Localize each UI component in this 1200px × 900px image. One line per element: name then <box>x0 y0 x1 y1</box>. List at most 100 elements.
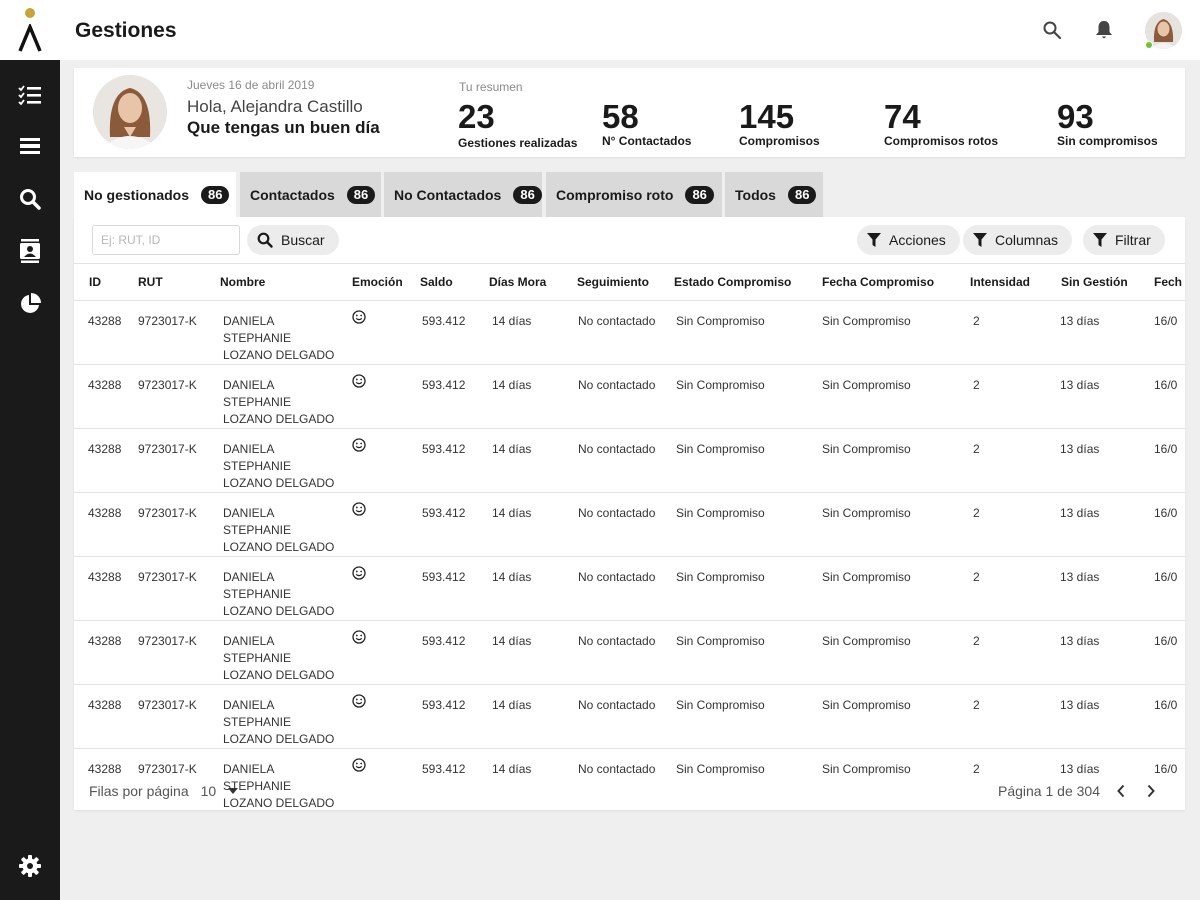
nav-settings[interactable] <box>15 851 45 881</box>
cell-sin-gestion: 13 días <box>1050 364 1143 429</box>
column-header[interactable]: ID <box>74 263 124 301</box>
nav-reports[interactable] <box>15 289 45 319</box>
stat-value: 23 <box>458 98 495 135</box>
cell-seguimiento: No contactado <box>564 556 670 621</box>
column-header[interactable]: Fech <box>1143 263 1185 301</box>
nav-checklist[interactable] <box>15 80 45 110</box>
column-header[interactable]: Emoción <box>338 263 407 301</box>
cell-emotion <box>338 748 407 810</box>
rows-per-page: Filas por página 10 <box>89 783 239 799</box>
cell-name: DANIELA STEPHANIE LOZANO DELGADO <box>206 748 338 810</box>
header-search-button[interactable] <box>1040 18 1064 42</box>
greeting-message: Que tengas un buen día <box>187 118 380 137</box>
cell-intensidad: 2 <box>959 300 1050 365</box>
cell-fech: 16/0 <box>1143 364 1185 429</box>
cell-id: 43288 <box>74 748 124 810</box>
cell-name: DANIELA STEPHANIE LOZANO DELGADO <box>206 684 338 749</box>
cell-saldo: 593.412 <box>407 428 476 493</box>
table-row[interactable]: 43288 9723017-K DANIELA STEPHANIE LOZANO DE… <box>74 300 1185 365</box>
cell-rut: 9723017-K <box>124 364 206 429</box>
previous-page-button[interactable] <box>1110 780 1132 802</box>
cell-saldo: 593.412 <box>407 748 476 810</box>
stat-compromisos-rotos: 74 Compromisos rotos <box>884 99 998 149</box>
cell-intensidad: 2 <box>959 556 1050 621</box>
table-header-row: ID RUT Nombre Emoción Saldo Días Mora Se… <box>74 263 1185 301</box>
cell-seguimiento: No contactado <box>564 300 670 365</box>
brand-logo[interactable] <box>0 0 60 60</box>
table-row[interactable]: 43288 9723017-K DANIELA STEPHANIE LOZANO DE… <box>74 364 1185 429</box>
filter-button[interactable]: Filtrar <box>1083 225 1165 255</box>
cell-mora: 14 días <box>476 620 564 685</box>
stat-label: Compromisos <box>739 134 820 148</box>
stat-value: 58 <box>602 98 639 135</box>
column-header[interactable]: Nombre <box>206 263 338 301</box>
cell-rut: 9723017-K <box>124 428 206 493</box>
nav-list[interactable] <box>15 131 45 161</box>
cell-sin-gestion: 13 días <box>1050 428 1143 493</box>
cell-id: 43288 <box>74 556 124 621</box>
search-button[interactable]: Buscar <box>247 225 339 255</box>
column-header[interactable]: Fecha Compromiso <box>818 263 959 301</box>
cell-seguimiento: No contactado <box>564 620 670 685</box>
results-table: ID RUT Nombre Emoción Saldo Días Mora Se… <box>74 263 1185 810</box>
results-panel: Buscar Acciones Columnas Filtrar ID RUT … <box>74 217 1185 810</box>
next-page-button[interactable] <box>1140 780 1162 802</box>
table-row[interactable]: 43288 9723017-K DANIELA STEPHANIE LOZANO DE… <box>74 428 1185 493</box>
column-header[interactable]: Saldo <box>407 263 476 301</box>
tab-count-badge: 86 <box>787 185 817 204</box>
column-header[interactable]: Seguimiento <box>564 263 670 301</box>
table-row[interactable]: 43288 9723017-K DANIELA STEPHANIE LOZANO DE… <box>74 684 1185 749</box>
cell-emotion <box>338 364 407 429</box>
column-header[interactable]: Estado Compromiso <box>670 263 818 301</box>
table-row[interactable]: 43288 9723017-K DANIELA STEPHANIE LOZANO DE… <box>74 748 1185 810</box>
column-header[interactable]: Intensidad <box>959 263 1050 301</box>
cell-name: DANIELA STEPHANIE LOZANO DELGADO <box>206 364 338 429</box>
rows-per-page-label: Filas por página <box>89 783 189 799</box>
cell-estado: Sin Compromiso <box>670 300 818 365</box>
name-line: LOZANO DELGADO <box>223 796 335 810</box>
name-line: LOZANO DELGADO <box>223 412 335 426</box>
avatar-photo <box>93 75 167 149</box>
filter-button-label: Filtrar <box>1115 232 1151 248</box>
cell-intensidad: 2 <box>959 428 1050 493</box>
stat-label: Gestiones realizadas <box>458 136 578 150</box>
cell-name: DANIELA STEPHANIE LOZANO DELGADO <box>206 300 338 365</box>
tab-compromiso-roto[interactable]: Compromiso roto 86 <box>546 172 722 217</box>
table-row[interactable]: 43288 9723017-K DANIELA STEPHANIE LOZANO DE… <box>74 492 1185 557</box>
user-greeting: Hola, Alejandra Castillo <box>187 97 363 116</box>
stat-gestiones: 23 Gestiones realizadas <box>458 98 578 151</box>
column-header[interactable]: RUT <box>124 263 206 301</box>
notifications-button[interactable] <box>1092 18 1116 42</box>
search-input[interactable] <box>92 225 240 255</box>
column-header[interactable]: Días Mora <box>476 263 564 301</box>
stat-compromisos: 145 Compromisos <box>739 99 820 149</box>
actions-button[interactable]: Acciones <box>857 225 960 255</box>
tab-no-contactados[interactable]: No Contactados 86 <box>384 172 542 217</box>
nav-contacts[interactable] <box>15 236 45 266</box>
chevron-right-icon <box>1147 784 1155 798</box>
cell-emotion <box>338 620 407 685</box>
cell-fecha: Sin Compromiso <box>818 620 959 685</box>
cell-id: 43288 <box>74 428 124 493</box>
table-row[interactable]: 43288 9723017-K DANIELA STEPHANIE LOZANO DE… <box>74 556 1185 621</box>
chevron-left-icon <box>1117 784 1125 798</box>
table-row[interactable]: 43288 9723017-K DANIELA STEPHANIE LOZANO DE… <box>74 620 1185 685</box>
cell-id: 43288 <box>74 492 124 557</box>
tab-no-gestionados[interactable]: No gestionados 86 <box>74 172 236 217</box>
rows-per-page-select[interactable]: 10 <box>201 783 239 799</box>
column-header[interactable]: Sin Gestión <box>1050 263 1143 301</box>
cell-intensidad: 2 <box>959 364 1050 429</box>
filter-icon <box>973 233 987 247</box>
tab-todos[interactable]: Todos 86 <box>725 172 823 217</box>
rows-per-page-value: 10 <box>200 783 217 799</box>
top-header: Gestiones <box>60 0 1200 60</box>
cell-rut: 9723017-K <box>124 684 206 749</box>
nav-search[interactable] <box>15 184 45 214</box>
columns-button[interactable]: Columnas <box>963 225 1073 255</box>
cell-id: 43288 <box>74 620 124 685</box>
cell-fech: 16/0 <box>1143 428 1185 493</box>
cell-emotion <box>338 428 407 493</box>
tab-contactados[interactable]: Contactados 86 <box>240 172 381 217</box>
cell-fech: 16/0 <box>1143 556 1185 621</box>
cell-seguimiento: No contactado <box>564 364 670 429</box>
